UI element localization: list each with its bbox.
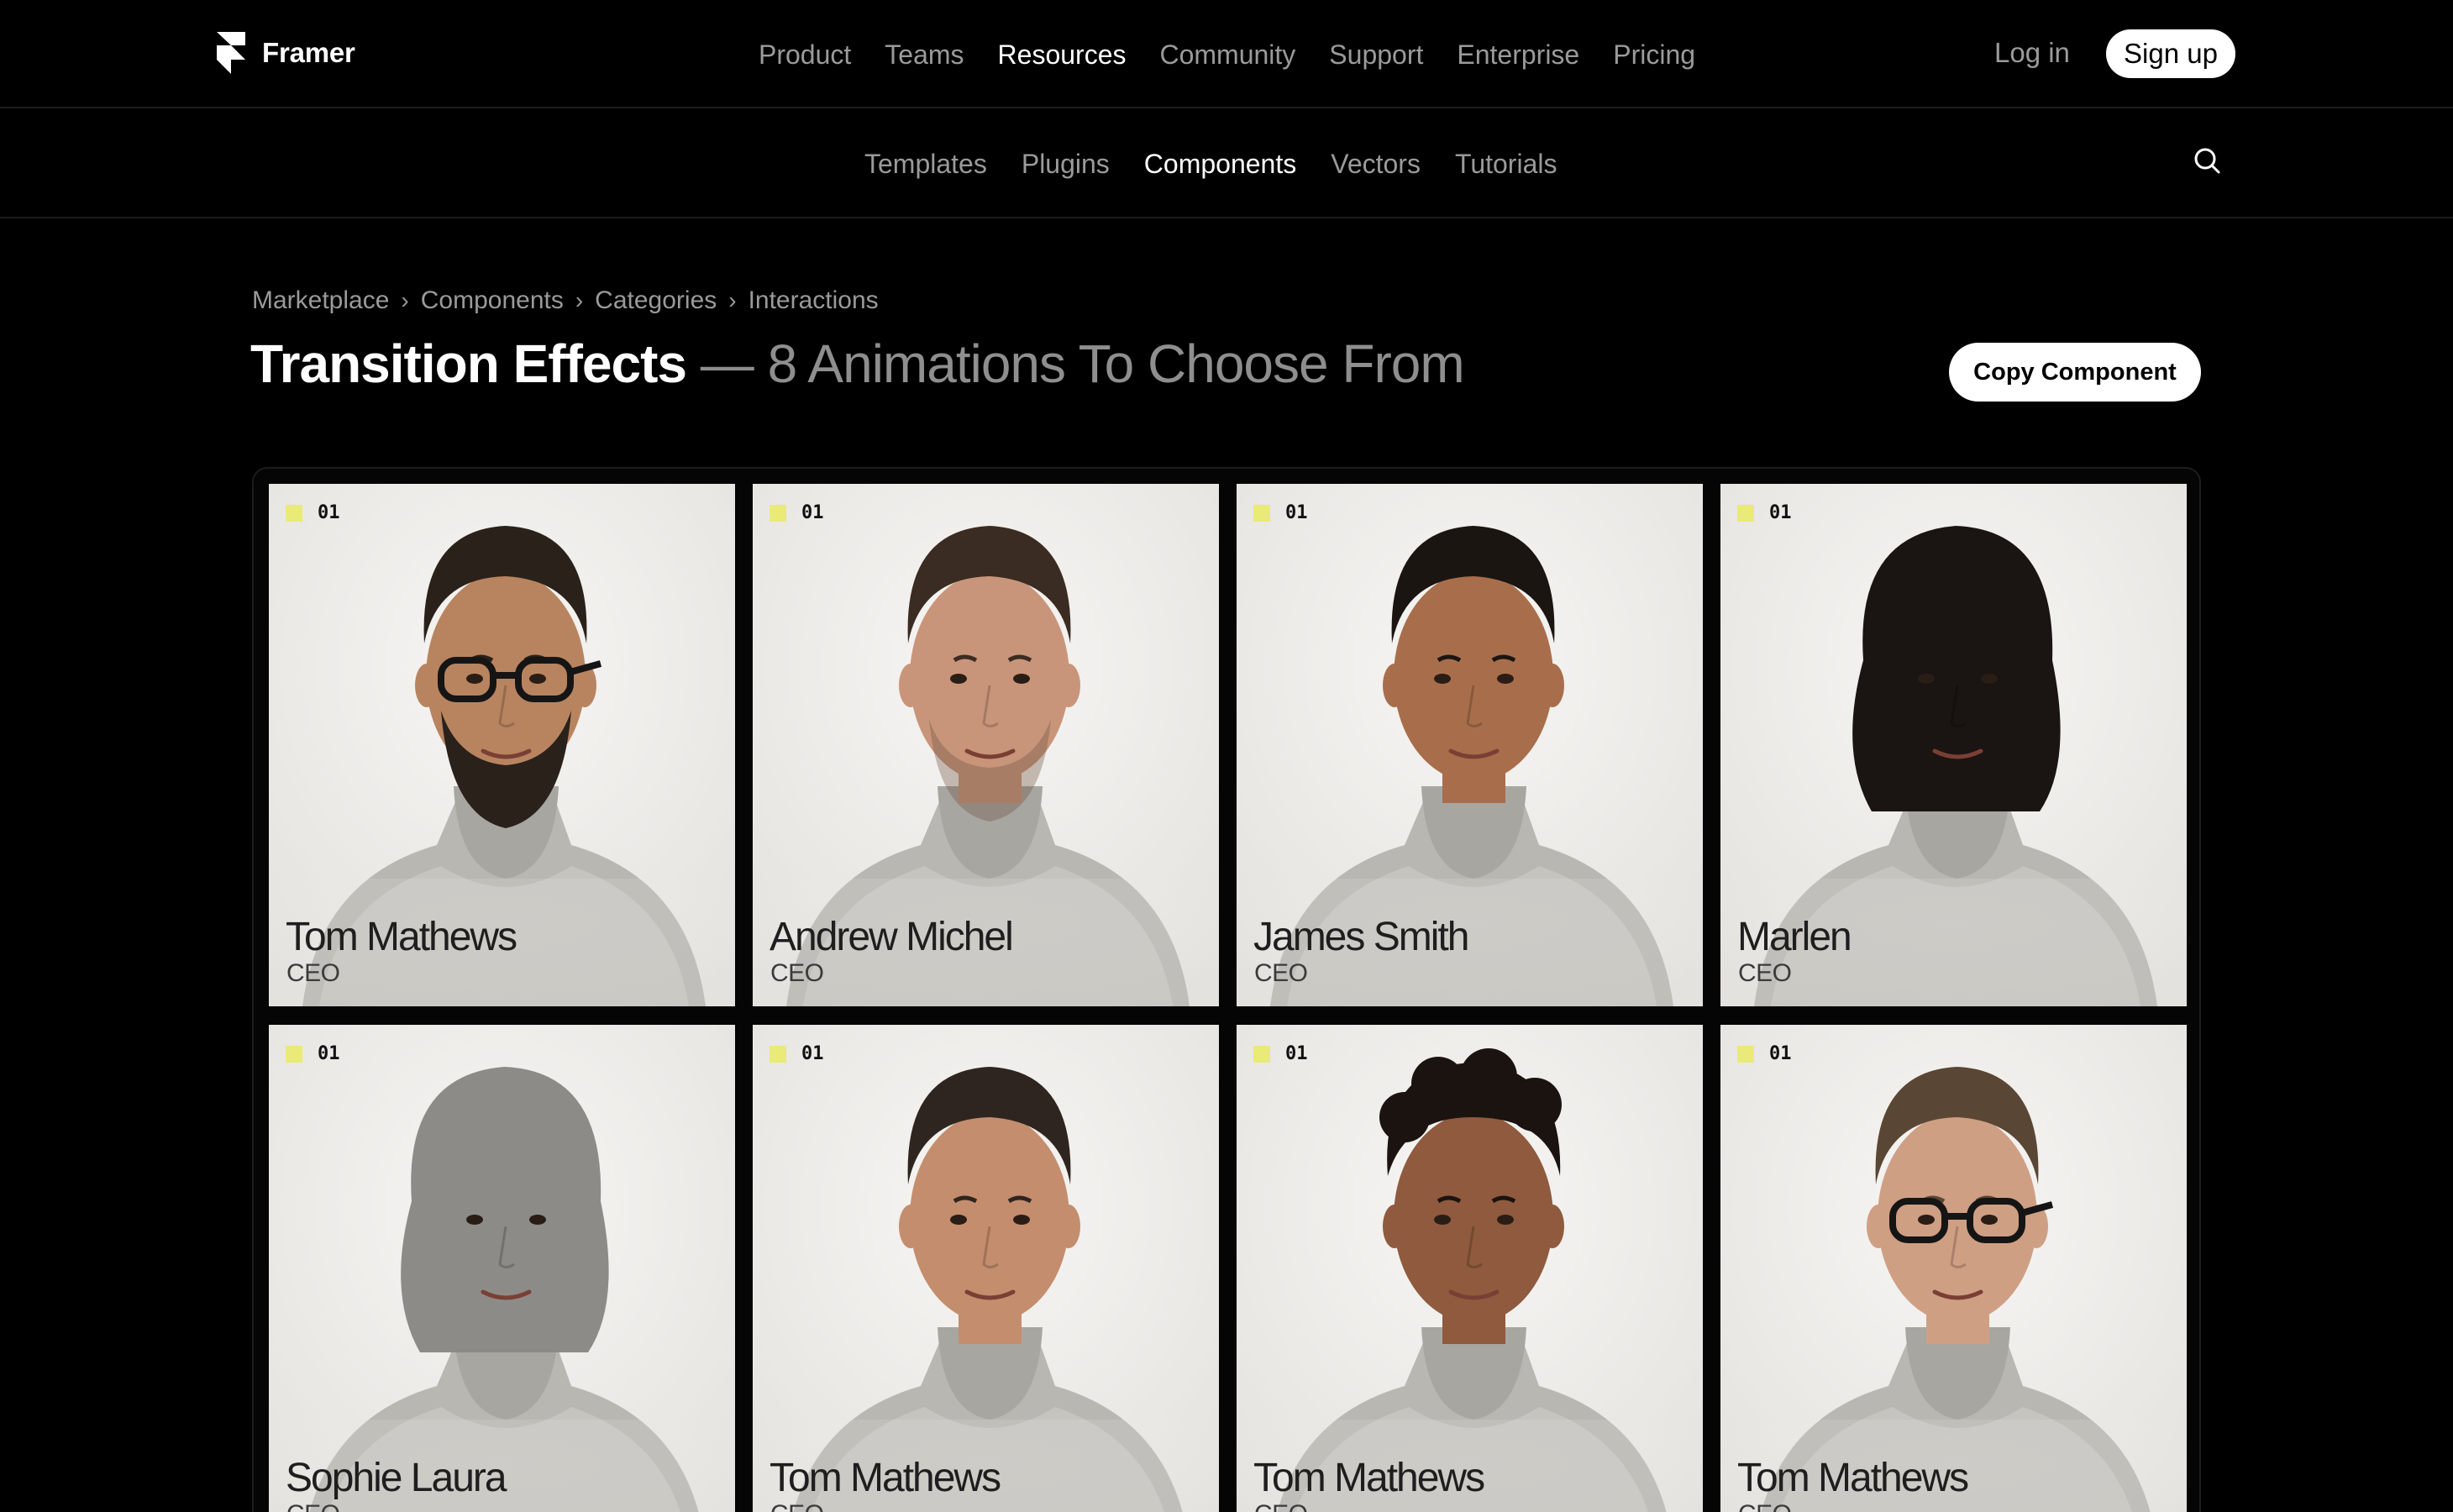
subnav-templates[interactable]: Templates [864, 149, 987, 180]
nav-teams[interactable]: Teams [885, 39, 964, 71]
portrait-photo [269, 1025, 735, 1512]
search-icon [2194, 148, 2220, 174]
component-preview-grid: 01 Tom Mathews CEO 01 Andrew Michel CEO [252, 467, 2201, 1512]
top-navigation: Framer Product Teams Resources Community… [0, 0, 2453, 108]
member-role: CEO [1738, 1500, 1792, 1512]
breadcrumb-components[interactable]: Components [421, 286, 564, 315]
subnav-plugins[interactable]: Plugins [1022, 149, 1110, 180]
subnav-components[interactable]: Components [1144, 149, 1296, 180]
subnav-vectors[interactable]: Vectors [1331, 149, 1421, 180]
login-link[interactable]: Log in [1994, 37, 2070, 69]
nav-resources[interactable]: Resources [998, 39, 1127, 71]
portrait-photo [1237, 1025, 1703, 1512]
member-role: CEO [1738, 959, 1792, 987]
card-index-tag: 01 [770, 1043, 824, 1064]
search-button[interactable] [2193, 146, 2221, 175]
member-role: CEO [1254, 1500, 1308, 1512]
subnav-links: Templates Plugins Components Vectors Tut… [864, 146, 1591, 181]
member-name: Tom Mathews [1737, 1456, 1969, 1500]
card-index: 01 [1769, 502, 1792, 523]
yellow-square-icon [770, 504, 786, 522]
card-index: 01 [318, 1043, 340, 1064]
chevron-right-icon: › [728, 287, 737, 313]
marketplace-subnav: Templates Plugins Components Vectors Tut… [0, 108, 2453, 218]
yellow-square-icon [286, 504, 302, 522]
card-index-tag: 01 [770, 502, 824, 523]
main-nav-links: Product Teams Resources Community Suppor… [759, 34, 1729, 76]
team-member-card[interactable]: 01 James Smith CEO [1237, 484, 1703, 1006]
team-member-card[interactable]: 01 Tom Mathews CEO [269, 484, 735, 1006]
breadcrumb-interactions[interactable]: Interactions [749, 286, 879, 315]
member-name: Sophie Laura [286, 1456, 507, 1500]
member-role: CEO [770, 959, 824, 987]
nav-pricing[interactable]: Pricing [1613, 39, 1695, 71]
brand-name: Framer [262, 37, 355, 68]
card-index-tag: 01 [1737, 502, 1792, 523]
nav-enterprise[interactable]: Enterprise [1457, 39, 1579, 71]
yellow-square-icon [1737, 1045, 1754, 1063]
card-index-tag: 01 [1253, 1043, 1308, 1064]
nav-support[interactable]: Support [1329, 39, 1423, 71]
member-role: CEO [770, 1500, 824, 1512]
card-index-tag: 01 [1737, 1043, 1792, 1064]
chevron-right-icon: › [575, 287, 584, 313]
team-member-card[interactable]: 01 Tom Mathews CEO [753, 1025, 1219, 1512]
page-title: Transition Effects — 8 Animations To Cho… [250, 333, 1465, 395]
card-index: 01 [1285, 502, 1308, 523]
member-name: Andrew Michel [770, 915, 1014, 959]
portrait-photo [1720, 1025, 2187, 1512]
member-role: CEO [1254, 959, 1308, 987]
page-title-main: Transition Effects [250, 333, 687, 394]
team-member-card[interactable]: 01 Marlen CEO [1720, 484, 2187, 1006]
card-index: 01 [1769, 1043, 1792, 1064]
nav-community[interactable]: Community [1159, 39, 1295, 71]
member-name: Tom Mathews [286, 915, 517, 959]
yellow-square-icon [1253, 1045, 1270, 1063]
copy-component-button[interactable]: Copy Component [1949, 343, 2201, 402]
team-member-card[interactable]: 01 Andrew Michel CEO [753, 484, 1219, 1006]
yellow-square-icon [1253, 504, 1270, 522]
card-index-tag: 01 [286, 502, 340, 523]
breadcrumb: Marketplace › Components › Categories › … [252, 284, 879, 318]
yellow-square-icon [770, 1045, 786, 1063]
page-title-sub: — 8 Animations To Choose From [686, 333, 1465, 394]
yellow-square-icon [286, 1045, 302, 1063]
portrait-photo [753, 1025, 1219, 1512]
card-index: 01 [1285, 1043, 1308, 1064]
card-index: 01 [318, 502, 340, 523]
framer-logo-icon [217, 32, 245, 74]
team-member-card[interactable]: 01 Sophie Laura CEO [269, 1025, 735, 1512]
subnav-tutorials[interactable]: Tutorials [1455, 149, 1557, 180]
yellow-square-icon [1737, 504, 1754, 522]
card-index: 01 [801, 502, 824, 523]
member-name: Tom Mathews [770, 1456, 1001, 1500]
chevron-right-icon: › [401, 287, 409, 313]
member-name: Tom Mathews [1253, 1456, 1485, 1500]
breadcrumb-categories[interactable]: Categories [595, 286, 717, 315]
member-role: CEO [286, 959, 340, 987]
team-member-card[interactable]: 01 Tom Mathews CEO [1237, 1025, 1703, 1512]
team-member-card[interactable]: 01 Tom Mathews CEO [1720, 1025, 2187, 1512]
member-role: CEO [286, 1500, 340, 1512]
framer-logo[interactable]: Framer [217, 32, 355, 74]
card-index-tag: 01 [1253, 502, 1308, 523]
card-index: 01 [801, 1043, 824, 1064]
breadcrumb-marketplace[interactable]: Marketplace [252, 286, 389, 315]
member-name: Marlen [1737, 915, 1852, 959]
card-index-tag: 01 [286, 1043, 340, 1064]
nav-product[interactable]: Product [759, 39, 851, 71]
signup-button[interactable]: Sign up [2106, 29, 2235, 78]
member-name: James Smith [1253, 915, 1469, 959]
